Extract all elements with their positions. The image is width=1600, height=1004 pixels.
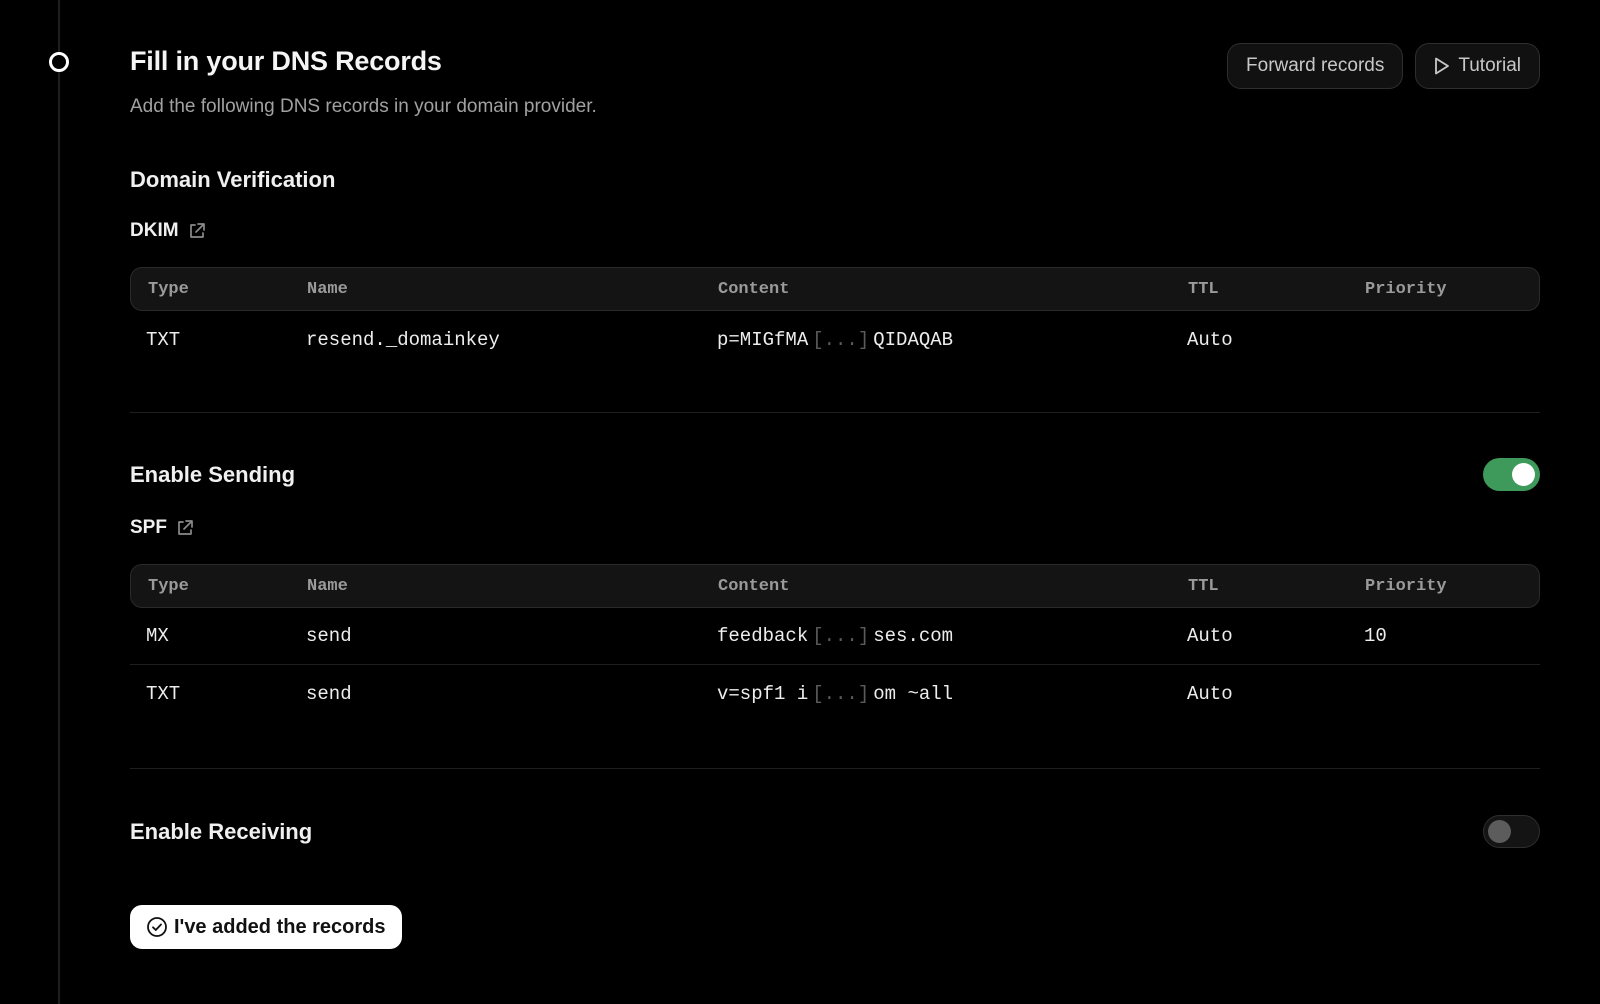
record-ttl: Auto — [1187, 329, 1233, 351]
page-subtitle: Add the following DNS records in your do… — [130, 96, 597, 117]
column-header-name: Name — [307, 576, 348, 596]
record-ttl: Auto — [1187, 683, 1233, 705]
record-priority[interactable]: 10 — [1364, 625, 1540, 647]
column-header-content: Content — [718, 576, 790, 596]
toggle-knob — [1512, 463, 1535, 486]
enable-sending-toggle[interactable] — [1483, 458, 1540, 491]
record-content[interactable]: v=spf1 i [...] om ~all — [717, 683, 1187, 705]
table-header: Type Name Content TTL Priority — [130, 564, 1540, 608]
dkim-label: DKIM — [130, 220, 1540, 242]
dkim-label-text: DKIM — [130, 220, 179, 241]
table-row: TXT send v=spf1 i [...] om ~all Auto — [130, 665, 1540, 723]
table-row: TXT resend._domainkey p=MIGfMA [...] QIDAQ… — [130, 311, 1540, 369]
dns-setup-page: Fill in your DNS Records Add the followi… — [0, 0, 1600, 1004]
section-divider — [130, 412, 1540, 413]
content-start: p=MIGfMA — [717, 329, 809, 351]
content-end: ses.com — [873, 625, 954, 647]
forward-records-button[interactable]: Forward records — [1227, 43, 1404, 89]
confirm-row: I've added the records — [130, 905, 1540, 949]
column-header-type: Type — [148, 576, 189, 596]
dkim-table: Type Name Content TTL Priority TXT resen… — [130, 267, 1540, 369]
external-link-icon[interactable] — [175, 518, 195, 538]
step-dot-icon — [49, 52, 69, 72]
tutorial-label: Tutorial — [1458, 55, 1521, 76]
enable-sending-section: Enable Sending SPF Type Name Content TTL… — [130, 458, 1540, 769]
enable-receiving-section: Enable Receiving — [130, 815, 1540, 848]
step-timeline-line — [58, 0, 60, 1004]
table-row: MX send feedback [...] ses.com Auto 10 — [130, 608, 1540, 665]
content-end: QIDAQAB — [873, 329, 954, 351]
enable-sending-row: Enable Sending — [130, 458, 1540, 491]
records-added-button[interactable]: I've added the records — [130, 905, 402, 949]
column-header-content: Content — [718, 279, 790, 299]
record-content[interactable]: feedback [...] ses.com — [717, 625, 1187, 647]
content-ellipsis: [...] — [812, 683, 870, 705]
records-added-label: I've added the records — [174, 915, 386, 938]
record-type: TXT — [146, 683, 181, 705]
play-icon — [1434, 57, 1450, 75]
content-ellipsis: [...] — [812, 329, 870, 351]
content-ellipsis: [...] — [812, 625, 870, 647]
toggle-knob — [1488, 820, 1511, 843]
content-start: feedback — [717, 625, 809, 647]
column-header-priority: Priority — [1365, 279, 1447, 299]
spf-label: SPF — [130, 517, 1540, 539]
main-content: Fill in your DNS Records Add the followi… — [130, 0, 1540, 949]
spf-label-text: SPF — [130, 517, 167, 538]
column-header-ttl: TTL — [1188, 576, 1219, 596]
spf-table: Type Name Content TTL Priority MX send f… — [130, 564, 1540, 723]
column-header-ttl: TTL — [1188, 279, 1219, 299]
forward-records-label: Forward records — [1246, 55, 1385, 76]
record-type: TXT — [146, 329, 181, 351]
enable-receiving-toggle[interactable] — [1483, 815, 1540, 848]
record-name[interactable]: resend._domainkey — [306, 329, 717, 351]
column-header-name: Name — [307, 279, 348, 299]
enable-receiving-row: Enable Receiving — [130, 815, 1540, 848]
record-name[interactable]: send — [306, 683, 717, 705]
page-header: Fill in your DNS Records Add the followi… — [130, 0, 1540, 150]
content-end: om ~all — [873, 683, 954, 705]
record-type: MX — [146, 625, 169, 647]
check-circle-icon — [146, 916, 168, 938]
enable-sending-title: Enable Sending — [130, 461, 296, 487]
table-header: Type Name Content TTL Priority — [130, 267, 1540, 311]
page-title: Fill in your DNS Records — [130, 46, 442, 76]
domain-verification-title: Domain Verification — [130, 167, 336, 192]
record-ttl: Auto — [1187, 625, 1233, 647]
column-header-priority: Priority — [1365, 576, 1447, 596]
column-header-type: Type — [148, 279, 189, 299]
domain-verification-section: Domain Verification DKIM Type Name Conte… — [130, 167, 1540, 413]
header-actions: Forward records Tutorial — [1227, 43, 1540, 89]
record-name[interactable]: send — [306, 625, 717, 647]
record-content[interactable]: p=MIGfMA [...] QIDAQAB — [717, 329, 1187, 351]
section-divider — [130, 768, 1540, 769]
tutorial-button[interactable]: Tutorial — [1415, 43, 1540, 89]
content-start: v=spf1 i — [717, 683, 809, 705]
external-link-icon[interactable] — [187, 221, 207, 241]
enable-receiving-title: Enable Receiving — [130, 818, 313, 844]
